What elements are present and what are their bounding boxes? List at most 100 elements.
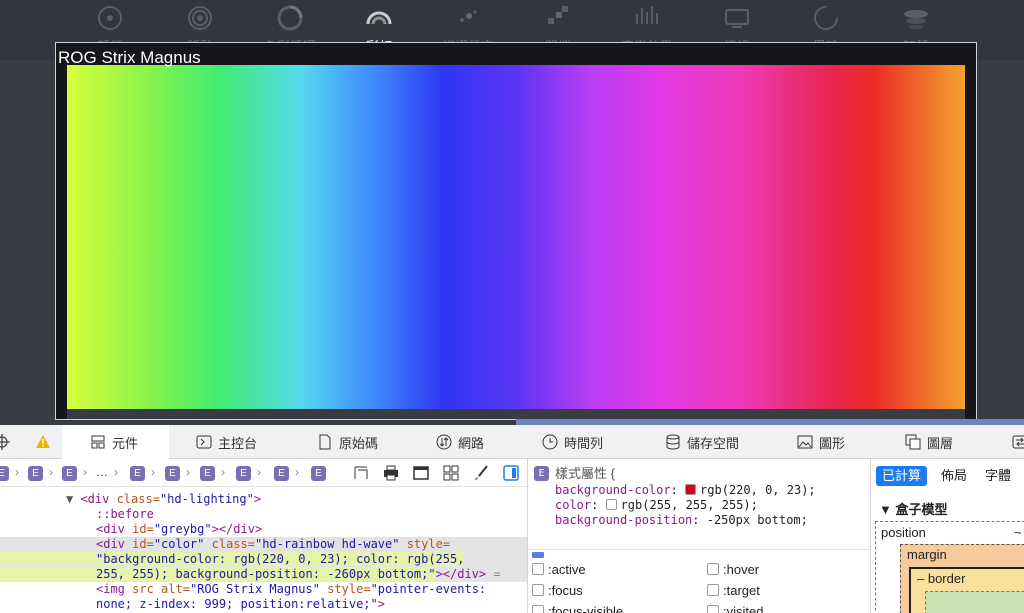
pseudo-label: :focus-visible bbox=[548, 603, 624, 613]
style-prop-background-position[interactable]: background-position: -250px bottom; bbox=[555, 513, 808, 528]
color-swatch[interactable] bbox=[685, 484, 697, 495]
layout-overlay-icon[interactable] bbox=[353, 465, 369, 481]
dom-node-img[interactable]: <img src alt="ROG Strix Magnus" style="p… bbox=[0, 582, 527, 597]
ambient-effect-icon bbox=[725, 9, 749, 28]
dom-node-color-style[interactable]: "background-color: rgb(220, 0, 23); colo… bbox=[0, 552, 527, 567]
pseudo-visited-checkbox[interactable]: :visited bbox=[707, 601, 763, 613]
pane-marker bbox=[532, 552, 544, 558]
chevron-right-icon: › bbox=[15, 465, 19, 479]
breadcrumb-element[interactable]: E bbox=[236, 466, 251, 481]
breadcrumb-element-selected[interactable]: E bbox=[311, 466, 326, 481]
document-icon bbox=[319, 434, 331, 450]
style-prop-color[interactable]: color: rgb(255, 255, 255); bbox=[555, 498, 758, 513]
pseudo-label: :hover bbox=[723, 561, 760, 577]
style-prop-value: -250px bottom; bbox=[706, 513, 808, 527]
breadcrumb-element[interactable]: E bbox=[200, 466, 215, 481]
checkbox[interactable] bbox=[707, 584, 719, 596]
breadcrumb-element[interactable]: E bbox=[130, 466, 145, 481]
element-badge: E bbox=[534, 466, 549, 481]
print-icon[interactable] bbox=[383, 465, 399, 481]
preview-bottom-band bbox=[67, 409, 965, 419]
box-model-title[interactable]: ▼ 盒子模型 bbox=[879, 499, 947, 518]
dom-node-before[interactable]: ::before bbox=[0, 507, 527, 522]
tab-sources[interactable]: 原始碼 bbox=[317, 425, 378, 459]
dom-text: ></div> bbox=[435, 567, 487, 581]
dom-node-greybg[interactable]: <div id="greybg"></div> bbox=[0, 522, 527, 537]
box-model-border-label: – border bbox=[917, 571, 966, 586]
inspector-tab-bar: 元件 主控台 原始碼 網路 時間列 儲存空間 圖形 圖層 bbox=[0, 425, 1024, 459]
chevron-right-icon: › bbox=[49, 465, 53, 479]
breadcrumb-element[interactable]: E bbox=[62, 466, 77, 481]
warning-icon[interactable] bbox=[35, 434, 51, 450]
chevron-right-icon: › bbox=[83, 465, 87, 479]
pseudo-target-checkbox[interactable]: :target bbox=[707, 580, 760, 600]
style-prop-background-color[interactable]: background-color: rgb(220, 0, 23); bbox=[555, 483, 816, 498]
tab-elements[interactable]: 元件 bbox=[62, 425, 169, 459]
pseudo-focus-visible-checkbox[interactable]: :focus-visible bbox=[532, 601, 623, 613]
crosshair-icon[interactable] bbox=[0, 434, 10, 450]
checkbox[interactable] bbox=[532, 584, 544, 596]
checkbox[interactable] bbox=[532, 563, 544, 575]
checkbox[interactable] bbox=[707, 563, 719, 575]
tab-layout[interactable]: 佈局 bbox=[935, 466, 973, 486]
more-tabs-icon[interactable] bbox=[1012, 434, 1024, 450]
color-swatch[interactable] bbox=[605, 499, 617, 510]
box-model-margin-label: margin bbox=[907, 547, 947, 562]
paintbrush-icon[interactable] bbox=[473, 465, 489, 481]
dom-node-hd-lighting[interactable]: ▼ <div class="hd-lighting"> bbox=[0, 492, 527, 507]
dom-text: = bbox=[493, 567, 501, 581]
database-icon bbox=[666, 434, 680, 450]
breadcrumb-element[interactable]: E bbox=[165, 466, 180, 481]
pseudo-label: :focus bbox=[548, 582, 583, 598]
dom-text: <img bbox=[96, 582, 125, 596]
dom-text: > bbox=[253, 492, 262, 506]
style-prop-value: rgb(255, 255, 255); bbox=[620, 498, 758, 512]
tab-label: 時間列 bbox=[564, 435, 604, 451]
style-prop-name: background-color bbox=[555, 483, 671, 497]
product-name: ROG Strix Magnus bbox=[58, 48, 201, 67]
dom-text: style= bbox=[319, 582, 371, 596]
breadcrumb-element[interactable]: E bbox=[274, 466, 289, 481]
pseudo-active-checkbox[interactable]: :active bbox=[532, 559, 586, 579]
styles-pane: E 樣式屬性 { background-color: rgb(220, 0, 2… bbox=[527, 459, 871, 613]
dom-text: <div bbox=[96, 537, 125, 551]
tab-computed[interactable]: 已計算 bbox=[876, 466, 928, 486]
tab-layers[interactable]: 圖層 bbox=[905, 425, 953, 459]
tab-label: 主控台 bbox=[218, 435, 258, 451]
tab-timelines[interactable]: 時間列 bbox=[542, 425, 603, 459]
dom-text: "ROG Strix Magnus" bbox=[189, 582, 320, 596]
breadcrumb-ellipsis[interactable]: … bbox=[96, 465, 108, 479]
checkbox[interactable] bbox=[532, 605, 544, 613]
checkbox[interactable] bbox=[707, 605, 719, 613]
tab-console[interactable]: 主控台 bbox=[196, 425, 257, 459]
tab-storage[interactable]: 儲存空間 bbox=[665, 425, 739, 459]
breadcrumb-element[interactable]: E bbox=[0, 466, 9, 481]
dom-node-color-selected[interactable]: <div id="color" class="hd-rainbow hd-wav… bbox=[0, 537, 527, 552]
music-effect-icon bbox=[636, 6, 658, 24]
dom-text: "hd-rainbow hd-wave" bbox=[254, 537, 400, 551]
pseudo-hover-checkbox[interactable]: :hover bbox=[707, 559, 759, 579]
tab-graphics[interactable]: 圖形 bbox=[797, 425, 845, 459]
tab-label: 原始碼 bbox=[339, 435, 379, 451]
smart-effect-icon bbox=[904, 10, 928, 29]
pseudo-focus-checkbox[interactable]: :focus bbox=[532, 580, 583, 600]
image-icon bbox=[797, 435, 813, 449]
grid-icon[interactable] bbox=[443, 465, 459, 481]
tab-label: 網路 bbox=[458, 435, 485, 451]
dark-effect-icon bbox=[814, 6, 838, 30]
tab-network[interactable]: 網路 bbox=[436, 425, 484, 459]
disclosure-triangle-icon[interactable]: ▼ bbox=[0, 492, 80, 506]
chevron-right-icon: › bbox=[257, 465, 261, 479]
console-icon bbox=[196, 435, 212, 449]
style-prop-value: rgb(220, 0, 23); bbox=[700, 483, 816, 497]
sidebar-toggle-icon[interactable] bbox=[503, 465, 519, 481]
window-icon[interactable] bbox=[413, 465, 429, 481]
rainbow-wave-gradient bbox=[67, 65, 965, 409]
breadcrumb-element[interactable]: E bbox=[28, 466, 43, 481]
keyboard-lighting-preview: ROG Strix Magnus bbox=[55, 42, 977, 420]
dom-node-color-style-end[interactable]: 255, 255); background-position: -260px b… bbox=[0, 567, 527, 582]
dom-node-img-style[interactable]: none; z-index: 999; position:relative;"> bbox=[0, 597, 527, 612]
tab-fonts[interactable]: 字體 bbox=[979, 466, 1017, 486]
clock-icon bbox=[542, 434, 558, 450]
pseudo-label: :active bbox=[548, 561, 586, 577]
